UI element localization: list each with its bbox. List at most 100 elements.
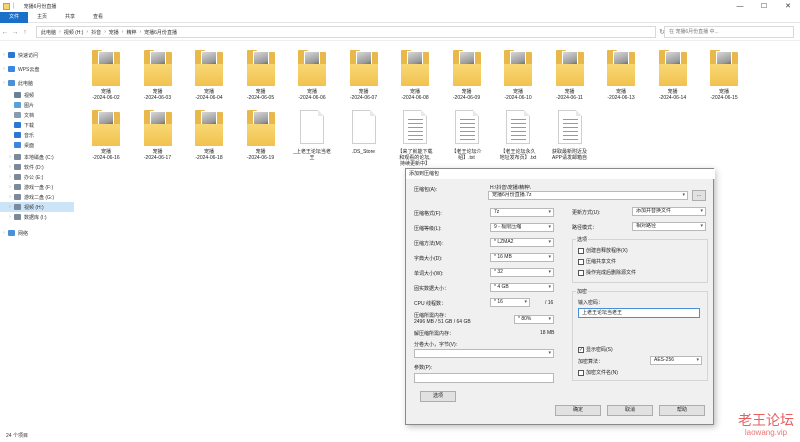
chevron-right-icon[interactable]: › bbox=[6, 174, 14, 180]
chevron-right-icon[interactable]: › bbox=[6, 214, 14, 220]
folder-item[interactable]: 宠播 -2024-06-15 bbox=[698, 46, 750, 112]
folder-item[interactable]: 宠播 -2024-06-02 bbox=[80, 46, 132, 112]
word-value: * 32 bbox=[494, 269, 503, 275]
breadcrumb[interactable]: 此电脑 bbox=[41, 29, 56, 36]
breadcrumb[interactable]: 抖音 bbox=[91, 29, 101, 36]
params-field[interactable] bbox=[414, 373, 554, 383]
ok-button[interactable]: 确定 bbox=[555, 405, 601, 416]
cpu-select[interactable]: * 16 ▾ bbox=[490, 298, 530, 307]
dict-select[interactable]: * 16 MB ▾ bbox=[490, 253, 554, 262]
chevron-down-icon: ▾ bbox=[548, 224, 551, 230]
sidebar-item[interactable]: 视频 bbox=[0, 90, 74, 100]
chevron-right-icon[interactable]: › bbox=[0, 230, 8, 236]
method-select[interactable]: * LZMA2 ▾ bbox=[490, 238, 554, 247]
chevron-right-icon[interactable]: › bbox=[0, 66, 8, 72]
tab-file[interactable]: 文件 bbox=[0, 11, 29, 23]
file-item[interactable]: 【来了就能下载 和观看的论坛, 持续更新中】 bbox=[389, 106, 441, 172]
shared-checkbox[interactable]: 压缩共享文件 bbox=[578, 258, 616, 265]
file-item[interactable]: 获取最新附近及 APP请发邮箱自 bbox=[544, 106, 596, 172]
chevron-right-icon[interactable]: › bbox=[6, 184, 14, 190]
file-item[interactable]: _上老王论坛当老 王 bbox=[286, 106, 338, 172]
document-icon bbox=[557, 110, 582, 144]
breadcrumb[interactable]: 视频 (H:) bbox=[64, 29, 84, 36]
sidebar-item[interactable]: 下载 bbox=[0, 120, 74, 130]
folder-item[interactable]: 宠播 -2024-06-14 bbox=[647, 46, 699, 112]
folder-item[interactable]: 宠播 -2024-06-09 bbox=[441, 46, 493, 112]
sidebar-item[interactable]: › 此电脑 bbox=[0, 78, 74, 88]
folder-icon bbox=[195, 50, 223, 86]
encrypt-names-checkbox[interactable]: 加密文件名(N) bbox=[578, 369, 618, 376]
folder-item[interactable]: 宠播 -2024-06-06 bbox=[286, 46, 338, 112]
help-button[interactable]: 帮助 bbox=[659, 405, 705, 416]
sidebar-item[interactable]: › 游戏二盘 (G:) bbox=[0, 192, 74, 202]
sidebar-item[interactable]: › WPS云盘 bbox=[0, 64, 74, 74]
breadcrumb[interactable]: 精粹 bbox=[126, 29, 136, 36]
forward-arrow-icon[interactable]: → bbox=[10, 29, 20, 36]
path-mode-select[interactable]: 相对路径 ▾ bbox=[632, 222, 706, 231]
folder-item[interactable]: 宠播 -2024-06-11 bbox=[544, 46, 596, 112]
sidebar-item[interactable]: 音乐 bbox=[0, 130, 74, 140]
tab-home[interactable]: 主页 bbox=[28, 12, 56, 23]
search-input[interactable]: 在 宠播6月份直播 中... bbox=[664, 26, 794, 38]
folder-item[interactable]: 宠播 -2024-06-10 bbox=[492, 46, 544, 112]
mem-percent-select[interactable]: * 80% ▾ bbox=[514, 315, 554, 324]
level-select[interactable]: 9 - 极限压缩 ▾ bbox=[490, 223, 554, 232]
update-select[interactable]: 添加并替换文件 ▾ bbox=[632, 207, 706, 216]
folder-item[interactable]: 宠播 -2024-06-03 bbox=[132, 46, 184, 112]
cancel-button[interactable]: 取消 bbox=[607, 405, 653, 416]
sidebar-item[interactable]: 文档 bbox=[0, 110, 74, 120]
sidebar-item[interactable]: › 游戏一盘 (F:) bbox=[0, 182, 74, 192]
password-field[interactable]: 上老王论坛当老王 bbox=[578, 308, 700, 318]
sidebar-item[interactable]: › 快速访问 bbox=[0, 50, 74, 60]
back-arrow-icon[interactable]: ← bbox=[0, 29, 10, 36]
sfx-checkbox[interactable]: 创建自释放程序(X) bbox=[578, 247, 628, 254]
folder-item[interactable]: 宠播 -2024-06-17 bbox=[132, 106, 184, 172]
chevron-down-icon: ▾ bbox=[548, 209, 551, 215]
solid-select[interactable]: * 4 GB ▾ bbox=[490, 283, 554, 292]
folder-item[interactable]: 宠播 -2024-06-04 bbox=[183, 46, 235, 112]
split-size-select[interactable]: ▾ bbox=[414, 349, 554, 358]
show-password-checkbox[interactable]: ✓ 显示密码(S) bbox=[578, 346, 613, 353]
chevron-right-icon[interactable]: › bbox=[0, 52, 8, 58]
tab-share[interactable]: 共享 bbox=[56, 12, 84, 23]
sidebar-item[interactable]: › 本地磁盘 (C:) bbox=[0, 152, 74, 162]
file-item[interactable]: 【老王论坛永久 地址发布页】.txt bbox=[492, 106, 544, 172]
breadcrumb[interactable]: 宠播 bbox=[109, 29, 119, 36]
word-select[interactable]: * 32 ▾ bbox=[490, 268, 554, 277]
options-button[interactable]: 选项 bbox=[420, 391, 456, 402]
close-button[interactable]: ✕ bbox=[776, 0, 800, 12]
file-item[interactable]: .DS_Store bbox=[338, 106, 390, 172]
folder-item[interactable]: 宠播 -2024-06-07 bbox=[338, 46, 390, 112]
chevron-right-icon[interactable]: › bbox=[6, 154, 14, 160]
folder-item[interactable]: 宠播 -2024-06-13 bbox=[595, 46, 647, 112]
chevron-right-icon[interactable]: › bbox=[6, 194, 14, 200]
sidebar-item[interactable]: › 软件 (D:) bbox=[0, 162, 74, 172]
chevron-right-icon[interactable]: › bbox=[6, 164, 14, 170]
folder-item[interactable]: 宠播 -2024-06-19 bbox=[235, 106, 287, 172]
folder-item[interactable]: 宠播 -2024-06-08 bbox=[389, 46, 441, 112]
sidebar-item[interactable]: 桌面 bbox=[0, 140, 74, 150]
enc-method-select[interactable]: AES-256 ▾ bbox=[650, 356, 702, 365]
sidebar-item[interactable]: › 数据库 (I:) bbox=[0, 212, 74, 222]
address-bar[interactable]: 此电脑 › 视频 (H:) › 抖音 › 宠播 › 精粹 › 宠播6月份直播 bbox=[36, 26, 656, 38]
file-item[interactable]: 【老王论坛介 绍】.txt bbox=[441, 106, 493, 172]
folder-item[interactable]: 宠播 -2024-06-05 bbox=[235, 46, 287, 112]
tab-view[interactable]: 查看 bbox=[84, 12, 112, 23]
folder-icon bbox=[195, 110, 223, 146]
up-arrow-icon[interactable]: ↑ bbox=[20, 29, 30, 36]
folder-item[interactable]: 宠播 -2024-06-16 bbox=[80, 106, 132, 172]
folder-item[interactable]: 宠播 -2024-06-18 bbox=[183, 106, 235, 172]
format-select[interactable]: 7z ▾ bbox=[490, 208, 554, 217]
sidebar-item[interactable]: 图片 bbox=[0, 100, 74, 110]
chevron-right-icon[interactable]: › bbox=[0, 80, 8, 86]
sidebar-item[interactable]: › 网络 bbox=[0, 228, 74, 238]
breadcrumb[interactable]: 宠播6月份直播 bbox=[144, 29, 177, 36]
chevron-right-icon[interactable]: › bbox=[6, 204, 14, 210]
archive-name-field[interactable]: 宠播6月份直播.7z ▾ bbox=[488, 191, 688, 200]
sidebar-item[interactable]: › 视频 (H:) bbox=[0, 202, 74, 212]
minimize-button[interactable]: — bbox=[728, 0, 752, 12]
browse-button[interactable]: ... bbox=[692, 190, 706, 201]
sidebar-item[interactable]: › 办公 (E:) bbox=[0, 172, 74, 182]
delete-source-checkbox[interactable]: 操作完成后删除源文件 bbox=[578, 269, 636, 276]
maximize-button[interactable]: ☐ bbox=[752, 0, 776, 12]
